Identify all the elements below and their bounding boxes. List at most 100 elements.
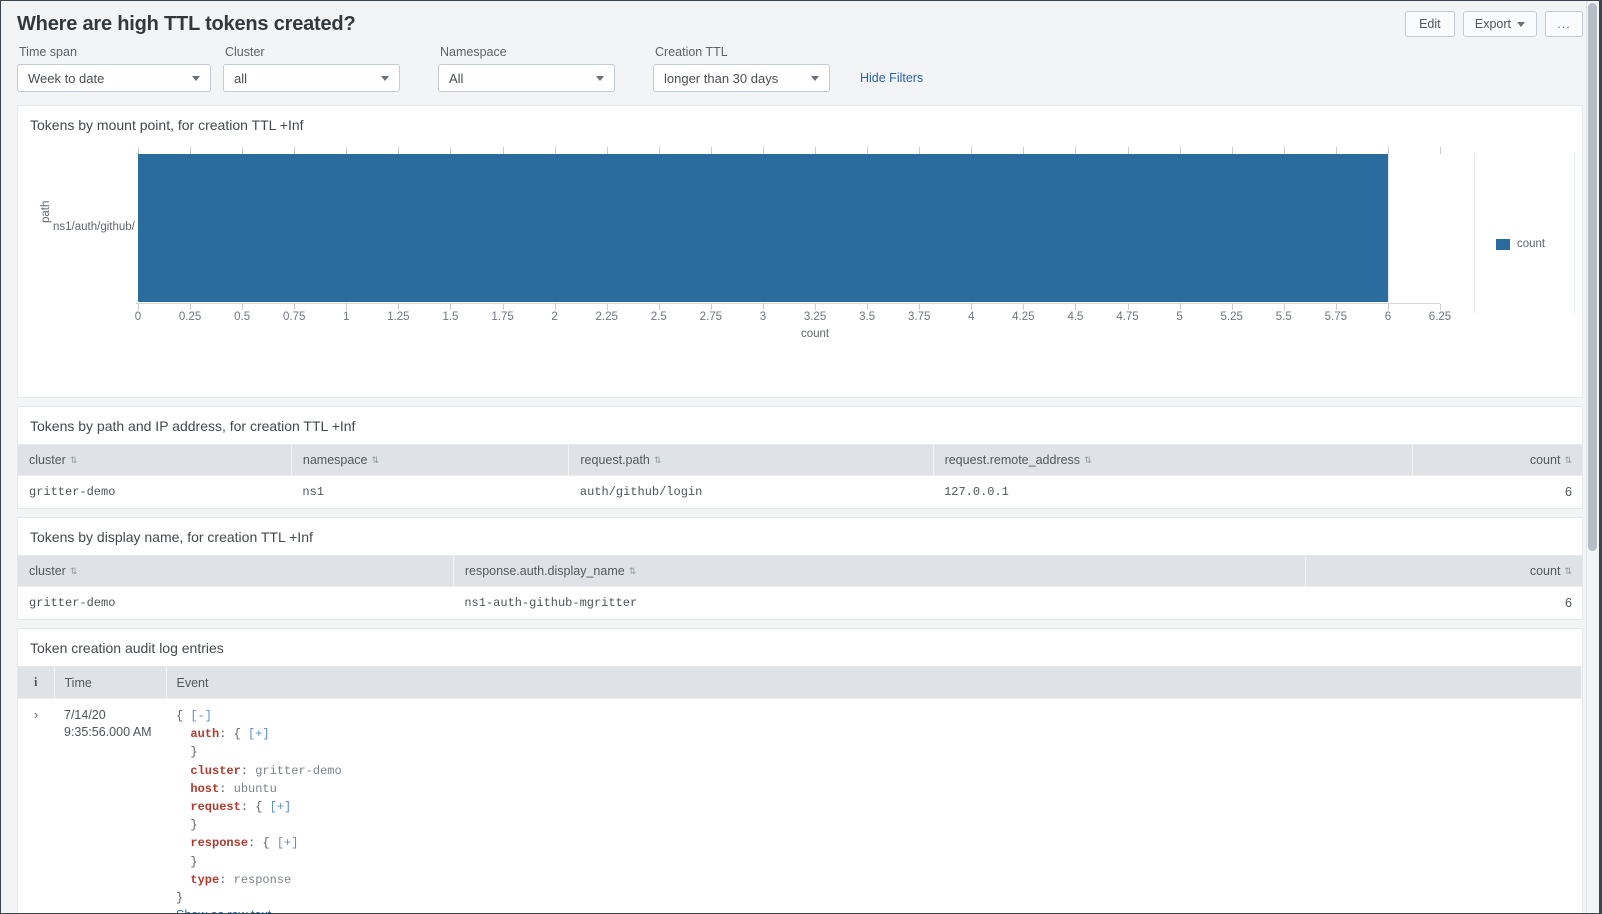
chart-x-tick-label: 3 xyxy=(760,311,766,323)
chevron-down-icon xyxy=(596,76,604,81)
column-header-cluster[interactable]: cluster⇅ xyxy=(18,445,291,476)
chart-tick xyxy=(867,147,868,154)
chart-tick xyxy=(294,147,295,154)
table-panel-display-name-title: Tokens by display name, for creation TTL… xyxy=(18,518,1582,555)
chart-tick xyxy=(1388,147,1389,154)
column-header-count[interactable]: count⇅ xyxy=(1413,445,1582,476)
chart-tick xyxy=(659,147,660,154)
chart-x-tick-label: 5 xyxy=(1176,311,1182,323)
chart-tick xyxy=(190,147,191,154)
column-header-time[interactable]: Time xyxy=(54,667,166,699)
json-line: } xyxy=(176,889,1572,907)
filter-cluster-select[interactable]: all xyxy=(223,64,400,92)
chart-x-tick-label: 0.5 xyxy=(234,311,250,323)
chart-x-tick-label: 1 xyxy=(343,311,349,323)
page-scrollbar[interactable] xyxy=(1586,1,1599,913)
chart-x-tick-label: 2.5 xyxy=(651,311,667,323)
json-value: response xyxy=(234,873,292,887)
sort-icon: ⇅ xyxy=(70,456,78,465)
chart-legend[interactable]: count xyxy=(1496,238,1545,250)
chart-tick xyxy=(1440,304,1441,310)
column-header-event[interactable]: Event xyxy=(166,667,1582,699)
table-row[interactable]: gritter-demo ns1-auth-github-mgritter 6 xyxy=(18,587,1582,620)
cell-remote-address: 127.0.0.1 xyxy=(933,476,1413,509)
table-display-name: cluster ⇅ response.auth.display_name⇅ cou… xyxy=(18,555,1582,619)
filter-time-span-label: Time span xyxy=(17,45,211,59)
cell-count: 6 xyxy=(1413,476,1582,509)
column-header-remote-address[interactable]: request.remote_address⇅ xyxy=(933,445,1413,476)
cell-display-name: ns1-auth-github-mgritter xyxy=(453,587,1305,620)
event-row[interactable]: ›7/14/209:35:56.000 AM{ [-] auth: { [+] … xyxy=(18,699,1582,914)
column-label: count xyxy=(1530,564,1561,578)
column-header-request-path[interactable]: request.path⇅ xyxy=(569,445,933,476)
sort-icon: ⇅ xyxy=(654,456,662,465)
chart-x-tick-label: 1.25 xyxy=(387,311,409,323)
chart-tick xyxy=(1128,304,1129,310)
chart-tick xyxy=(242,304,243,310)
events-panel-title: Token creation audit log entries xyxy=(18,629,1582,666)
json-key: type xyxy=(190,873,219,887)
chart-tick xyxy=(711,147,712,154)
bar-chart[interactable]: path ns1/auth/github/ 00.250.50.7511.251… xyxy=(18,143,1582,391)
events-table: i Time Event ›7/14/209:35:56.000 AM{ [-]… xyxy=(18,666,1582,913)
json-toggle[interactable]: [+] xyxy=(248,727,270,741)
chart-tick xyxy=(398,147,399,154)
filter-creation-ttl-value: longer than 30 days xyxy=(664,71,801,86)
chart-tick xyxy=(190,304,191,310)
column-header-count[interactable]: count⇅ xyxy=(1306,556,1583,587)
more-options-button[interactable]: ... xyxy=(1545,11,1583,37)
sort-icon: ⇅ xyxy=(372,456,380,465)
column-label: request.remote_address xyxy=(945,453,1081,467)
hide-filters-link[interactable]: Hide Filters xyxy=(860,71,923,85)
chart-plot-area xyxy=(138,153,1440,303)
filter-namespace-select[interactable]: All xyxy=(438,64,615,92)
export-button[interactable]: Export xyxy=(1463,11,1537,37)
legend-label-count: count xyxy=(1517,238,1545,250)
edit-button[interactable]: Edit xyxy=(1405,11,1455,37)
chart-tick xyxy=(346,147,347,154)
chevron-down-icon xyxy=(381,76,389,81)
table-header-row: cluster ⇅ response.auth.display_name⇅ cou… xyxy=(18,556,1582,587)
table-row[interactable]: gritter-demo ns1 auth/github/login 127.0… xyxy=(18,476,1582,509)
chart-tick xyxy=(1336,147,1337,154)
filter-time-span: Time span Week to date xyxy=(17,45,211,92)
json-toggle[interactable]: [-] xyxy=(190,709,212,723)
chart-tick xyxy=(138,304,139,310)
filter-creation-ttl-select[interactable]: longer than 30 days xyxy=(653,64,830,92)
expand-row-chevron-right-icon[interactable]: › xyxy=(18,699,54,914)
filter-namespace-label: Namespace xyxy=(438,45,615,59)
table-header-row: cluster⇅ namespace⇅ request.path⇅ reques… xyxy=(18,445,1582,476)
json-toggle[interactable]: [+] xyxy=(277,836,299,850)
chart-bar[interactable] xyxy=(138,154,1388,302)
chart-tick xyxy=(450,304,451,310)
filter-time-span-select[interactable]: Week to date xyxy=(17,64,211,92)
column-header-cluster[interactable]: cluster ⇅ xyxy=(18,556,453,587)
chart-tick xyxy=(1180,304,1181,310)
json-line: host: ubuntu xyxy=(176,780,1572,798)
page-scrollbar-thumb[interactable] xyxy=(1588,3,1597,551)
sort-icon: ⇅ xyxy=(70,567,78,576)
column-label: cluster xyxy=(29,564,66,578)
column-header-display-name[interactable]: response.auth.display_name⇅ xyxy=(453,556,1305,587)
filter-cluster-label: Cluster xyxy=(223,45,400,59)
filter-namespace: Namespace All xyxy=(438,45,615,92)
chart-x-tick-label: 1.75 xyxy=(491,311,513,323)
chart-tick xyxy=(919,304,920,310)
json-toggle[interactable]: [+] xyxy=(270,800,292,814)
chart-x-tick-label: 0.75 xyxy=(283,311,305,323)
chart-x-tick-label: 6.25 xyxy=(1429,311,1451,323)
show-as-raw-text-link[interactable]: Show as raw text xyxy=(176,908,1572,913)
json-punct: : xyxy=(248,836,262,850)
chart-tick xyxy=(1180,147,1181,154)
filter-cluster-value: all xyxy=(234,71,371,86)
event-body: { [-] auth: { [+] } cluster: gritter-dem… xyxy=(166,699,1582,914)
chart-tick xyxy=(1023,147,1024,154)
json-punct: { xyxy=(234,727,248,741)
column-header-info: i xyxy=(18,667,54,699)
chart-legend-divider-right xyxy=(1574,153,1575,313)
chart-tick xyxy=(1284,147,1285,154)
event-json[interactable]: { [-] auth: { [+] } cluster: gritter-dem… xyxy=(176,707,1572,907)
chart-panel-title: Tokens by mount point, for creation TTL … xyxy=(18,106,1582,143)
column-header-namespace[interactable]: namespace⇅ xyxy=(291,445,569,476)
json-line: request: { [+] xyxy=(176,798,1572,816)
